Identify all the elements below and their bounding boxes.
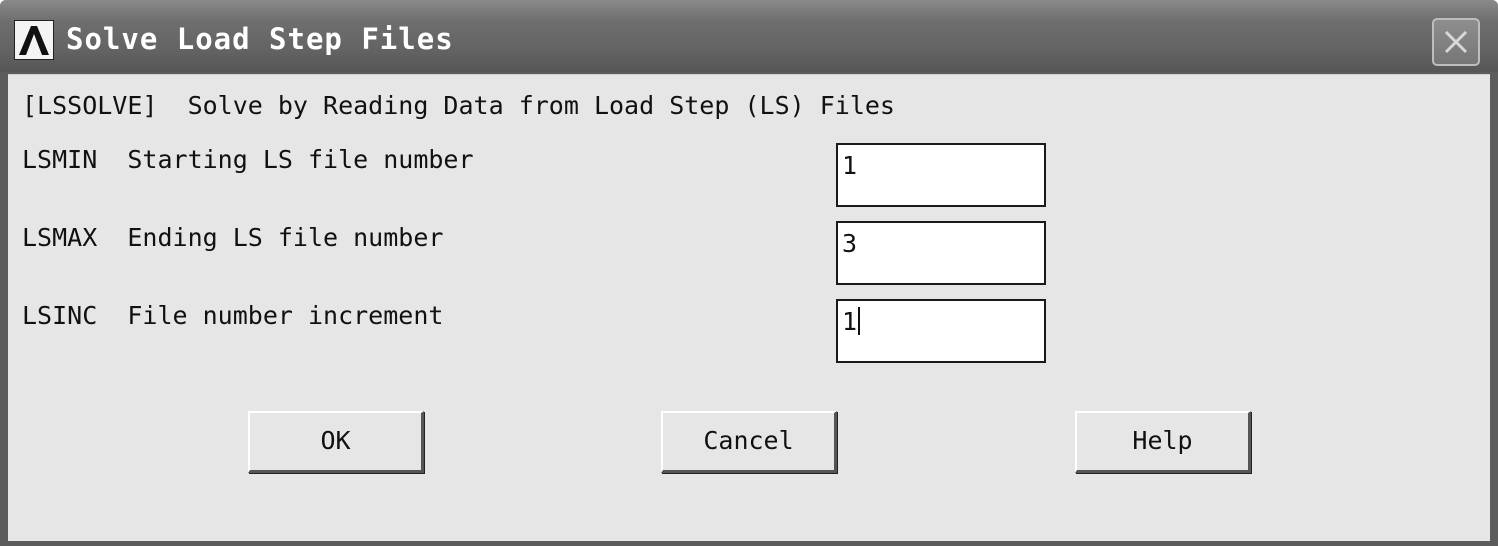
lsmax-input[interactable]: 3 [836,221,1046,285]
lsinc-value: 1 [842,307,858,336]
lsmax-label: LSMAX Ending LS file number [22,223,444,252]
close-button[interactable] [1432,18,1480,66]
lsmin-value: 1 [842,151,858,180]
ansys-logo-icon [14,20,54,60]
command-description: [LSSOLVE] Solve by Reading Data from Loa… [22,91,895,120]
lsmin-input[interactable]: 1 [836,143,1046,207]
text-cursor [858,307,861,335]
dialog-window: Solve Load Step Files [LSSOLVE] Solve by… [0,0,1498,546]
help-button[interactable]: Help [1075,411,1251,473]
cancel-button[interactable]: Cancel [661,411,837,473]
lsmin-label: LSMIN Starting LS file number [22,145,474,174]
title-bar[interactable]: Solve Load Step Files [0,0,1498,72]
lsinc-input[interactable]: 1 [836,299,1046,363]
lsinc-label: LSINC File number increment [22,301,444,330]
dialog-body: [LSSOLVE] Solve by Reading Data from Loa… [8,74,1490,541]
lsmax-value: 3 [842,229,858,258]
window-title: Solve Load Step Files [66,22,454,56]
close-icon [1444,30,1468,54]
ok-button[interactable]: OK [248,411,424,473]
